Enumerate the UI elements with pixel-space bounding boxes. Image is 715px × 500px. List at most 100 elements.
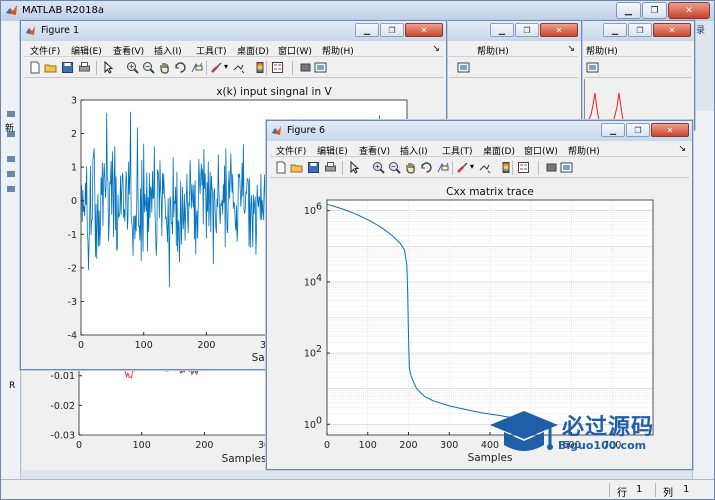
close-icon[interactable]: ✕: [653, 23, 691, 37]
background-figure-lower[interactable]: -0.01-0.02-0.030100200300Samples: [22, 354, 279, 470]
figure-title-bar: ▁ ❐ ✕: [581, 21, 694, 41]
figure-menu-bar: 文件(F) 编辑(E) 查看(V) 插入(I) 工具(T) 桌面(D) 窗口(W…: [270, 142, 689, 157]
menu-window[interactable]: 窗口(W): [278, 44, 312, 57]
x-tick-label: 100: [135, 340, 153, 351]
open-folder-icon[interactable]: [44, 61, 57, 74]
col-value: 1: [683, 484, 690, 495]
print-icon[interactable]: [324, 161, 337, 174]
hide-plot-tools-icon[interactable]: [545, 161, 558, 174]
pan-hand-icon[interactable]: [158, 61, 171, 74]
plot-title: x(k) input singnal in V: [216, 86, 332, 98]
menu-insert[interactable]: 插入(I): [400, 144, 428, 157]
minimize-icon[interactable]: ▁: [616, 2, 641, 19]
menu-overflow-icon[interactable]: ↘: [432, 44, 440, 54]
legend-icon[interactable]: [517, 161, 530, 174]
graduation-cap-icon: [490, 411, 558, 451]
maximize-icon[interactable]: ❐: [626, 123, 650, 137]
data-cursor-icon[interactable]: [436, 161, 449, 174]
menu-view[interactable]: 查看(V): [113, 44, 144, 57]
menu-edit[interactable]: 编辑(E): [317, 144, 348, 157]
close-icon[interactable]: ✕: [405, 23, 443, 37]
new-file-icon[interactable]: [28, 61, 41, 74]
background-figure-right[interactable]: ▁ ❐ ✕ 帮助(H): [580, 20, 695, 130]
y-tick-exponent: 4: [316, 273, 322, 284]
close-icon[interactable]: ✕: [668, 2, 710, 19]
maximize-icon[interactable]: ❐: [628, 23, 652, 37]
legend-icon[interactable]: [271, 61, 284, 74]
show-plot-tools-icon[interactable]: [560, 161, 573, 174]
zoom-in-icon[interactable]: [126, 61, 139, 74]
y-tick-label: 10: [304, 420, 316, 431]
minimize-icon[interactable]: ▁: [601, 123, 625, 137]
panel-arrow-icon[interactable]: [7, 111, 15, 117]
brush-dropdown-icon[interactable]: ▾: [224, 62, 228, 71]
zoom-out-icon[interactable]: [388, 161, 401, 174]
pan-hand-icon[interactable]: [404, 161, 417, 174]
maximize-icon[interactable]: ❐: [642, 2, 667, 19]
link-plot-icon[interactable]: [478, 161, 491, 174]
panel-arrow-icon[interactable]: [7, 186, 15, 192]
right-panel-tab[interactable]: 录: [696, 23, 714, 39]
menu-desktop[interactable]: 桌面(D): [237, 44, 269, 57]
figure-icon: [26, 26, 35, 35]
select-arrow-icon[interactable]: [102, 61, 115, 74]
print-icon[interactable]: [78, 61, 91, 74]
status-bar: 行 1 列 1: [1, 479, 714, 499]
new-file-icon[interactable]: [274, 161, 287, 174]
panel-arrow-icon[interactable]: [7, 156, 15, 162]
close-icon[interactable]: ✕: [540, 23, 578, 37]
main-window-controls: ▁ ❐ ✕: [616, 2, 710, 19]
link-plot-icon[interactable]: [232, 61, 245, 74]
background-line-plot: -0.01-0.02-0.030100200300Samples: [50, 354, 279, 465]
rotate-3d-icon[interactable]: [420, 161, 433, 174]
maximize-icon[interactable]: ❐: [515, 23, 539, 37]
maximize-icon[interactable]: ❐: [380, 23, 404, 37]
y-tick-label: 10: [304, 277, 316, 288]
matlab-logo-icon: [6, 5, 17, 15]
open-folder-icon[interactable]: [290, 161, 303, 174]
menu-tools[interactable]: 工具(T): [442, 144, 473, 157]
y-tick-exponent: 0: [316, 415, 322, 426]
menu-insert[interactable]: 插入(I): [154, 44, 182, 57]
rotate-3d-icon[interactable]: [174, 61, 187, 74]
figure-title-bar: ▁ ❐ ✕: [446, 21, 581, 41]
figure-toolbar: ▾: [270, 158, 689, 178]
toolbar-separator: [292, 61, 293, 75]
menu-edit[interactable]: 编辑(E): [71, 44, 102, 57]
menu-help[interactable]: 帮助(H): [586, 44, 618, 57]
menu-overflow-icon[interactable]: ↘: [678, 144, 686, 154]
show-plot-tools-icon[interactable]: [314, 61, 327, 74]
toolbar-separator: [96, 61, 97, 75]
menu-help[interactable]: 帮助(H): [477, 44, 509, 57]
panel-arrow-icon[interactable]: [7, 171, 15, 177]
save-icon[interactable]: [307, 161, 320, 174]
data-cursor-icon[interactable]: [190, 61, 203, 74]
menu-window[interactable]: 窗口(W): [524, 144, 558, 157]
minimize-icon[interactable]: ▁: [355, 23, 379, 37]
show-plot-tools-icon[interactable]: [457, 61, 470, 74]
brush-icon[interactable]: [210, 61, 223, 74]
brush-icon[interactable]: [456, 161, 469, 174]
brush-dropdown-icon[interactable]: ▾: [470, 162, 474, 171]
close-icon[interactable]: ✕: [651, 123, 689, 137]
menu-file[interactable]: 文件(F): [276, 144, 306, 157]
x-tick-label: 200: [197, 340, 215, 351]
row-label: 行: [617, 488, 627, 499]
save-icon[interactable]: [61, 61, 74, 74]
zoom-in-icon[interactable]: [372, 161, 385, 174]
zoom-out-icon[interactable]: [142, 61, 155, 74]
menu-help[interactable]: 帮助(H): [568, 144, 600, 157]
minimize-icon[interactable]: ▁: [490, 23, 514, 37]
x-tick-label: 0: [78, 340, 84, 351]
menu-view[interactable]: 查看(V): [359, 144, 390, 157]
minimize-icon[interactable]: ▁: [603, 23, 627, 37]
menu-file[interactable]: 文件(F): [30, 44, 60, 57]
hide-plot-tools-icon[interactable]: [299, 61, 312, 74]
menu-tools[interactable]: 工具(T): [196, 44, 227, 57]
select-arrow-icon[interactable]: [348, 161, 361, 174]
show-plot-tools-icon[interactable]: [586, 61, 599, 74]
menu-desktop[interactable]: 桌面(D): [483, 144, 515, 157]
background-figure-middle[interactable]: ▁ ❐ ✕ 帮助(H) ↘: [445, 20, 582, 120]
menu-help[interactable]: 帮助(H): [322, 44, 354, 57]
menu-overflow-icon[interactable]: ↘: [567, 44, 575, 54]
